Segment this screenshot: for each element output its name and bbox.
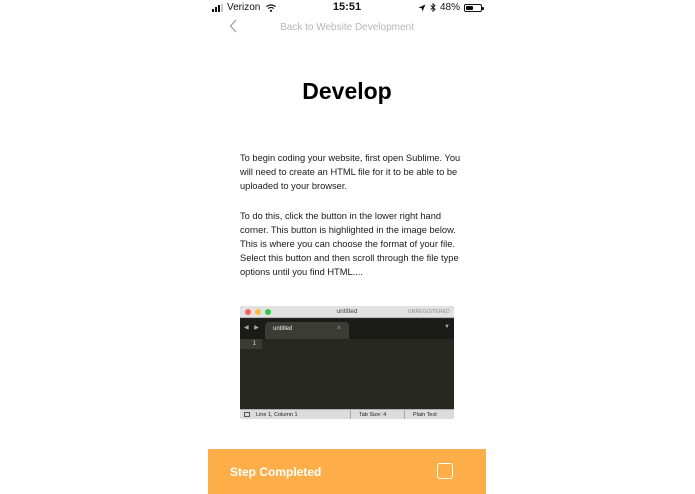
sublime-tab-label: untitled xyxy=(273,326,293,332)
battery-percent: 48% xyxy=(439,2,460,13)
step-completed-button[interactable]: Step Completed xyxy=(208,449,486,494)
syntax-selector-button: Plain Text xyxy=(404,410,443,419)
bluetooth-icon xyxy=(430,3,436,12)
sublime-tabbar: ◀ ▶ untitled × ▼ xyxy=(240,319,454,339)
sublime-tab-untitled: untitled × xyxy=(265,322,349,339)
sublime-statusbar: Line 1, Column 1 Tab Size: 4 Plain Text xyxy=(240,409,454,419)
line-number: 1 xyxy=(252,340,256,347)
battery-icon xyxy=(464,3,484,12)
cursor-position: Line 1, Column 1 xyxy=(256,411,298,418)
tab-close-icon: × xyxy=(336,325,341,332)
tab-nav-arrows-icon: ◀ ▶ xyxy=(244,325,261,331)
sublime-unregistered-label: UNREGISTERED xyxy=(407,309,450,315)
back-to-website-development-link[interactable]: Back to Website Development xyxy=(208,22,486,33)
tab-size-button: Tab Size: 4 xyxy=(350,410,392,419)
battery-cap xyxy=(482,6,484,10)
panel-toggle-icon xyxy=(244,412,250,417)
location-icon xyxy=(418,4,426,11)
intro-paragraph: To begin coding your website, first open… xyxy=(240,153,461,191)
instructions-paragraph: To do this, click the button in the lowe… xyxy=(240,211,459,277)
step-completed-label: Step Completed xyxy=(230,465,322,479)
battery-fill xyxy=(466,5,473,10)
tab-dropdown-icon: ▼ xyxy=(444,324,450,330)
sublime-editor: 1 xyxy=(240,339,454,409)
sublime-screenshot: untitled UNREGISTERED ◀ ▶ untitled × ▼ 1… xyxy=(240,306,454,419)
page-title: Develop xyxy=(302,78,392,104)
status-right: 48% xyxy=(418,2,484,13)
status-bar: Verizon 15:51 48% xyxy=(208,0,486,16)
step-completed-checkbox[interactable] xyxy=(437,463,453,479)
sublime-titlebar: untitled UNREGISTERED xyxy=(240,306,454,318)
